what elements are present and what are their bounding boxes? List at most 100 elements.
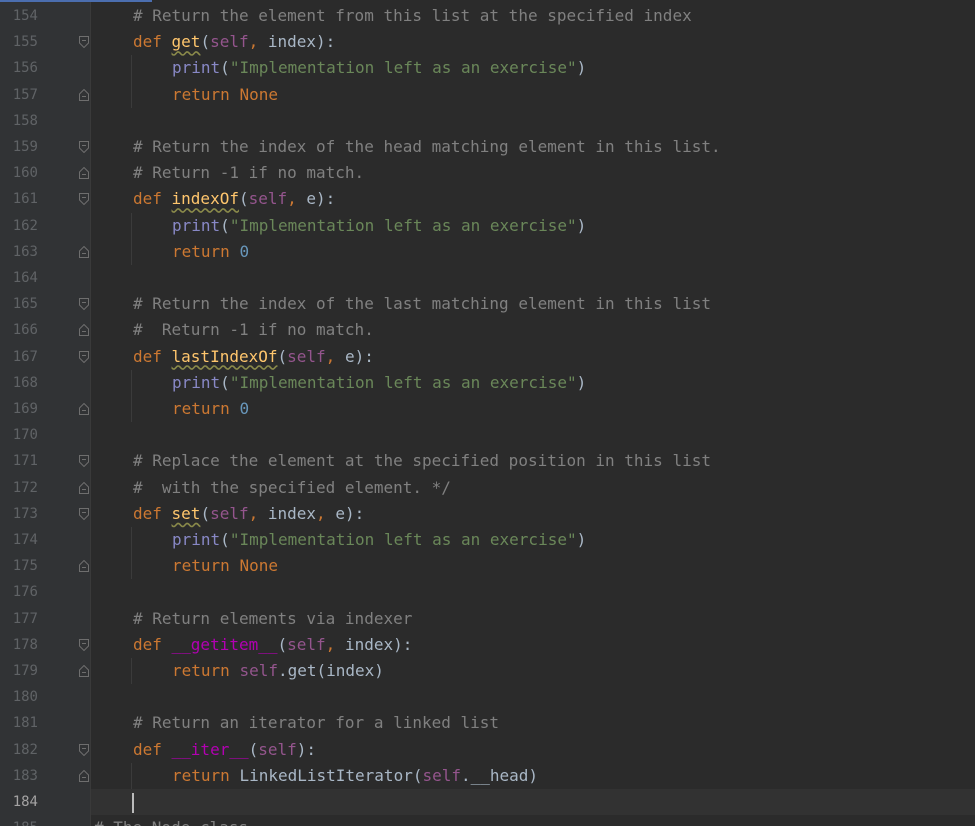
code-line[interactable]: 178def __getitem__(self, index): [0,632,975,658]
fold-collapse-icon[interactable] [79,36,89,48]
code-text[interactable]: # Return -1 if no match. [133,317,374,343]
fold-end-icon[interactable] [79,324,89,336]
fold-end-icon[interactable] [79,89,89,101]
code-text[interactable]: print("Implementation left as an exercis… [172,527,586,553]
fold-collapse-icon[interactable] [79,351,89,363]
indent-guide [131,763,132,789]
code-line[interactable]: 160# Return -1 if no match. [0,160,975,186]
code-line[interactable]: 164 [0,265,975,291]
code-token: 0 [239,242,249,261]
code-token: lastIndexOf [172,347,278,366]
code-text[interactable]: print("Implementation left as an exercis… [172,55,586,81]
code-text[interactable]: def indexOf(self, e): [133,186,335,212]
fold-end-icon[interactable] [79,167,89,179]
code-line[interactable]: 171 # Replace the element at the specifie… [0,448,975,474]
line-number: 170 [0,422,38,448]
code-line[interactable]: 159# Return the index of the head matchi… [0,134,975,160]
code-line[interactable]: 162print("Implementation left as an exer… [0,213,975,239]
fold-collapse-icon[interactable] [79,508,89,520]
code-text[interactable]: # Return elements via indexer [133,606,412,632]
code-token: e): [335,504,364,523]
fold-collapse-icon[interactable] [79,455,89,467]
code-token: ( [278,347,288,366]
fold-end-icon[interactable] [79,560,89,572]
code-token: .get(index) [278,661,384,680]
code-line[interactable]: 158 [0,108,975,134]
code-text[interactable]: def __iter__(self): [133,737,316,763]
code-text[interactable]: print("Implementation left as an exercis… [172,213,586,239]
fold-end-icon[interactable] [79,482,89,494]
code-text[interactable]: print("Implementation left as an exercis… [172,370,586,396]
code-line[interactable]: 170 [0,422,975,448]
code-text[interactable]: return 0 [172,396,249,422]
code-line[interactable]: 173def set(self, index, e): [0,501,975,527]
code-text[interactable] [94,789,134,815]
code-line[interactable]: 165# Return the index of the last matchi… [0,291,975,317]
code-line[interactable]: 176 [0,579,975,605]
code-line[interactable]: 185# The Node class [0,815,975,826]
code-text[interactable]: def lastIndexOf(self, e): [133,344,374,370]
code-text[interactable]: # with the specified element. */ [133,475,451,501]
code-line[interactable]: 184 [0,789,975,815]
code-line[interactable]: 175return None [0,553,975,579]
fold-end-icon[interactable] [79,665,89,677]
code-token: print [172,58,220,77]
code-text[interactable]: return 0 [172,239,249,265]
code-text[interactable]: # Return the index of the last matching … [133,291,711,317]
code-line[interactable]: 179return self.get(index) [0,658,975,684]
code-text[interactable]: def set(self, index, e): [133,501,364,527]
code-token: "Implementation left as an exercise" [230,216,577,235]
code-text[interactable]: # Return the element from this list at t… [133,3,692,29]
fold-end-icon[interactable] [79,770,89,782]
indent-guide [131,553,132,579]
code-line[interactable]: 166# Return -1 if no match. [0,317,975,343]
code-text[interactable]: def __getitem__(self, index): [133,632,412,658]
code-token: , [326,347,345,366]
code-line[interactable]: 181# Return an iterator for a linked lis… [0,710,975,736]
code-line[interactable]: 174print("Implementation left as an exer… [0,527,975,553]
code-line[interactable]: 183return LinkedListIterator(self.__head… [0,763,975,789]
fold-collapse-icon[interactable] [79,744,89,756]
code-token: self [258,740,297,759]
code-line[interactable]: 154# Return the element from this list a… [0,3,975,29]
code-line[interactable]: 169return 0 [0,396,975,422]
current-line-highlight [91,789,975,815]
fold-collapse-icon[interactable] [79,193,89,205]
code-text[interactable]: def get(self, index): [133,29,335,55]
code-token: # Return -1 if no match. [133,163,364,182]
fold-end-icon[interactable] [79,246,89,258]
code-token: "Implementation left as an exercise" [230,58,577,77]
code-line[interactable]: 163return 0 [0,239,975,265]
code-line[interactable]: 177# Return elements via indexer [0,606,975,632]
code-line[interactable]: 182def __iter__(self): [0,737,975,763]
fold-end-icon[interactable] [79,403,89,415]
code-text[interactable]: return None [172,553,278,579]
fold-collapse-icon[interactable] [79,639,89,651]
code-token: , [326,635,345,654]
code-line[interactable]: 168print("Implementation left as an exer… [0,370,975,396]
code-text[interactable]: # The Node class [94,815,248,826]
line-number: 155 [0,29,38,55]
code-text[interactable]: # Return the index of the head matching … [133,134,721,160]
code-line[interactable]: 161def indexOf(self, e): [0,186,975,212]
code-text[interactable]: # Return an iterator for a linked list [133,710,499,736]
code-text[interactable]: # Replace the element at the specified p… [133,448,711,474]
code-line[interactable]: 167def lastIndexOf(self, e): [0,344,975,370]
code-token: # Return the element from this list at t… [133,6,692,25]
code-token: , [249,32,268,51]
code-line[interactable]: 155 def get(self, index): [0,29,975,55]
code-line[interactable]: 180 [0,684,975,710]
code-token: None [239,556,278,575]
code-token: print [172,530,220,549]
code-editor[interactable]: 154# Return the element from this list a… [0,0,975,826]
code-text[interactable]: return None [172,82,278,108]
code-line[interactable]: 156print("Implementation left as an exer… [0,55,975,81]
line-number: 171 [0,448,38,474]
code-text[interactable]: return self.get(index) [172,658,384,684]
fold-collapse-icon[interactable] [79,298,89,310]
code-line[interactable]: 172# with the specified element. */ [0,475,975,501]
code-line[interactable]: 157return None [0,82,975,108]
code-text[interactable]: return LinkedListIterator(self.__head) [172,763,538,789]
code-text[interactable]: # Return -1 if no match. [133,160,364,186]
fold-collapse-icon[interactable] [79,141,89,153]
